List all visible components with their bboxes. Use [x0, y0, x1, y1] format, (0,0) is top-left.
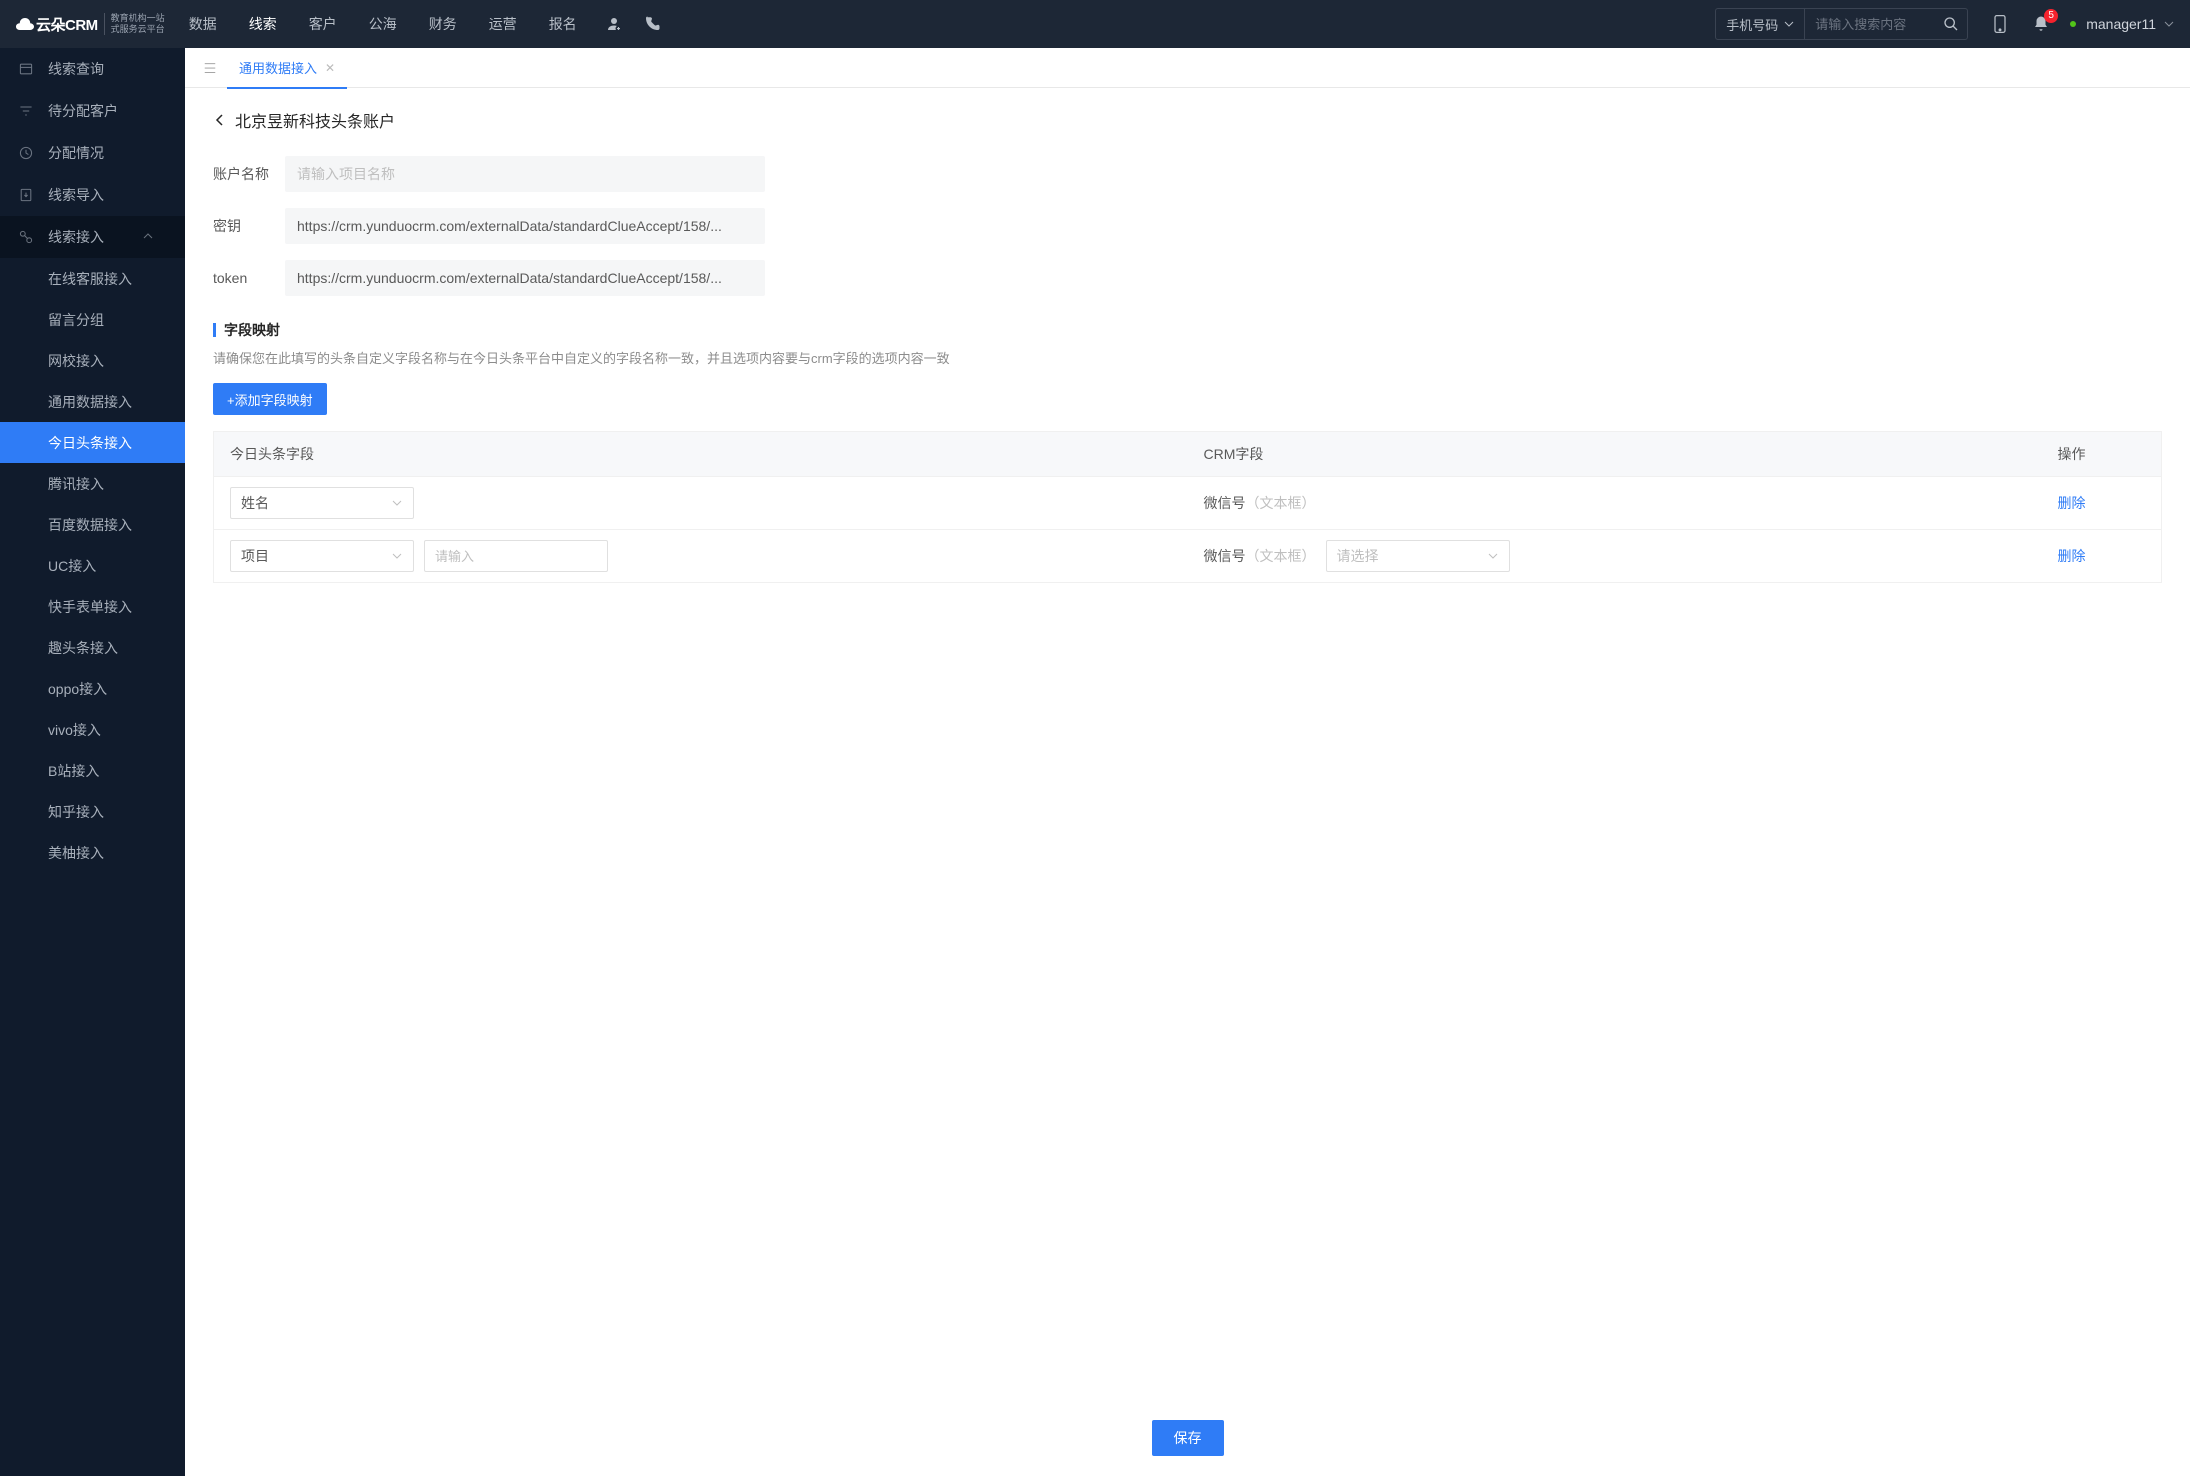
col-crm: CRM字段: [1188, 432, 2042, 477]
mapping-table: 今日头条字段 CRM字段 操作 姓名微信号（文本框）删除项目微信号（文本框）请选…: [213, 431, 2162, 583]
col-toutiao: 今日头条字段: [214, 432, 1188, 477]
secret-label: 密钥: [213, 216, 285, 236]
sidebar-group-access[interactable]: 线索接入: [0, 216, 185, 258]
sidebar-item-0[interactable]: 线索查询: [0, 48, 185, 90]
search-input[interactable]: [1805, 9, 1935, 39]
close-icon[interactable]: ✕: [325, 61, 335, 75]
col-action: 操作: [2042, 432, 2162, 477]
sidebar: 线索查询待分配客户分配情况线索导入线索接入在线客服接入留言分组网校接入通用数据接…: [0, 48, 185, 1476]
sidebar-sub-12[interactable]: B站接入: [0, 750, 185, 791]
logo-subtitle: 教育机构一站式服务云平台: [104, 13, 165, 35]
sidebar-sub-7[interactable]: UC接入: [0, 545, 185, 586]
search-type-select[interactable]: 手机号码: [1716, 9, 1804, 39]
status-dot: [2070, 21, 2076, 27]
top-nav: 数据线索客户公海财务运营报名: [189, 2, 577, 46]
nav-item-4[interactable]: 财务: [429, 2, 457, 46]
nav-item-3[interactable]: 公海: [369, 2, 397, 46]
nav-item-1[interactable]: 线索: [249, 2, 277, 46]
sidebar-item-3[interactable]: 线索导入: [0, 174, 185, 216]
token-label: token: [213, 270, 285, 286]
delete-link[interactable]: 删除: [2058, 495, 2086, 511]
breadcrumb[interactable]: 北京昱新科技头条账户: [213, 108, 2162, 132]
table-row: 项目微信号（文本框）请选择删除: [214, 530, 2162, 583]
sidebar-sub-6[interactable]: 百度数据接入: [0, 504, 185, 545]
table-row: 姓名微信号（文本框）删除: [214, 477, 2162, 530]
sidebar-sub-8[interactable]: 快手表单接入: [0, 586, 185, 627]
nav-item-2[interactable]: 客户: [309, 2, 337, 46]
account-input[interactable]: [285, 156, 765, 192]
top-header: 云朵CRM 教育机构一站式服务云平台 数据线索客户公海财务运营报名 手机号码 5…: [0, 0, 2190, 48]
field-select[interactable]: 姓名: [230, 487, 414, 519]
nav-item-0[interactable]: 数据: [189, 2, 217, 46]
sidebar-sub-2[interactable]: 网校接入: [0, 340, 185, 381]
logo: 云朵CRM 教育机构一站式服务云平台: [16, 13, 165, 35]
sidebar-sub-10[interactable]: oppo接入: [0, 668, 185, 709]
field-select[interactable]: 项目: [230, 540, 414, 572]
content: 北京昱新科技头条账户 账户名称 密钥 token 字段映射 请确保您在此填写的头…: [185, 88, 2190, 1476]
mapping-desc: 请确保您在此填写的头条自定义字段名称与在今日头条平台中自定义的字段名称一致，并且…: [213, 348, 2162, 367]
crm-select[interactable]: 请选择: [1326, 540, 1510, 572]
sidebar-sub-0[interactable]: 在线客服接入: [0, 258, 185, 299]
sidebar-sub-4[interactable]: 今日头条接入: [0, 422, 185, 463]
tab-general-data[interactable]: 通用数据接入✕: [227, 48, 347, 88]
main-panel: 通用数据接入✕ 北京昱新科技头条账户 账户名称 密钥 token 字段映射 请确…: [185, 48, 2190, 1476]
sidebar-sub-11[interactable]: vivo接入: [0, 709, 185, 750]
tab-bar: 通用数据接入✕: [185, 48, 2190, 88]
user-add-icon[interactable]: [605, 15, 623, 33]
sidebar-sub-1[interactable]: 留言分组: [0, 299, 185, 340]
search-button[interactable]: [1935, 9, 1967, 39]
sidebar-item-1[interactable]: 待分配客户: [0, 90, 185, 132]
field-input[interactable]: [424, 540, 608, 572]
save-button[interactable]: 保存: [1152, 1420, 1224, 1456]
sidebar-item-2[interactable]: 分配情况: [0, 132, 185, 174]
search-box: 手机号码: [1715, 8, 1968, 40]
mobile-icon[interactable]: [1992, 14, 2008, 34]
sidebar-sub-3[interactable]: 通用数据接入: [0, 381, 185, 422]
secret-input[interactable]: [285, 208, 765, 244]
sidebar-sub-5[interactable]: 腾讯接入: [0, 463, 185, 504]
mapping-title: 字段映射: [213, 320, 2162, 340]
account-label: 账户名称: [213, 164, 285, 184]
logo-mark: 云朵CRM: [16, 14, 98, 35]
bell-icon[interactable]: 5: [2032, 15, 2050, 33]
delete-link[interactable]: 删除: [2058, 548, 2086, 564]
notification-badge: 5: [2044, 9, 2058, 23]
phone-icon[interactable]: [643, 15, 661, 33]
sidebar-sub-13[interactable]: 知乎接入: [0, 791, 185, 832]
nav-item-5[interactable]: 运营: [489, 2, 517, 46]
token-input[interactable]: [285, 260, 765, 296]
sidebar-sub-9[interactable]: 趣头条接入: [0, 627, 185, 668]
nav-item-6[interactable]: 报名: [549, 2, 577, 46]
add-mapping-button[interactable]: +添加字段映射: [213, 383, 327, 415]
user-menu[interactable]: manager11: [2070, 16, 2174, 32]
sidebar-sub-14[interactable]: 美柚接入: [0, 832, 185, 873]
collapse-icon[interactable]: [193, 61, 227, 75]
